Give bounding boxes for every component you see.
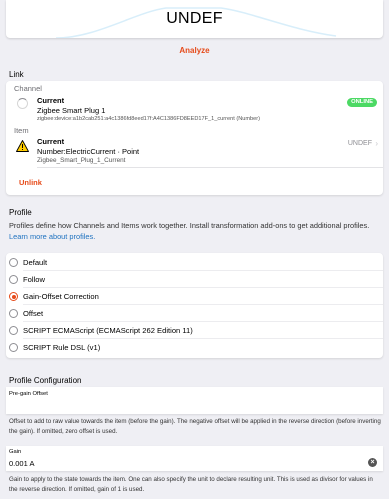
profile-option-script-rule-dsl[interactable]: SCRIPT Rule DSL (v1) xyxy=(6,339,383,356)
item-state: UNDEF xyxy=(347,140,372,147)
pregain-offset-label: Pre-gain Offset xyxy=(9,391,48,397)
radio-button[interactable] xyxy=(9,275,18,284)
profile-option-label: SCRIPT ECMAScript (ECMAScript 262 Editio… xyxy=(23,326,193,335)
channel-name: Zigbee Smart Plug 1 xyxy=(37,106,106,115)
profile-config-title: Profile Configuration xyxy=(9,376,82,385)
divider xyxy=(37,167,383,168)
gain-input[interactable] xyxy=(9,458,359,469)
status-badge: ONLINE xyxy=(347,98,377,107)
profile-option-label: SCRIPT Rule DSL (v1) xyxy=(23,343,101,352)
chevron-right-icon[interactable]: › xyxy=(375,139,378,148)
channel-title[interactable]: Current xyxy=(37,96,64,105)
link-section-title: Link xyxy=(9,70,24,79)
clear-icon[interactable]: × xyxy=(368,458,377,467)
item-type: Number:ElectricCurrent · Point xyxy=(37,147,140,156)
profile-option-label: Gain-Offset Correction xyxy=(23,292,99,301)
radio-button-selected[interactable] xyxy=(9,292,18,301)
loading-spinner-icon xyxy=(17,98,28,109)
profile-option-offset[interactable]: Offset xyxy=(6,305,383,322)
item-name: Zigbee_Smart_Plug_1_Current xyxy=(37,157,126,164)
profile-option-default[interactable]: Default xyxy=(6,254,383,271)
profile-option-label: Default xyxy=(23,258,48,267)
profile-option-label: Follow xyxy=(23,275,45,284)
gain-label: Gain xyxy=(9,449,22,455)
learn-more-link[interactable]: Learn more about profiles. xyxy=(9,232,95,241)
warning-icon xyxy=(16,140,29,152)
state-card: UNDEF xyxy=(6,0,383,38)
profile-option-label: Offset xyxy=(23,309,44,318)
item-label: Item xyxy=(14,126,29,135)
profile-description-text: Profiles define how Channels and Items w… xyxy=(9,221,370,230)
pregain-offset-field[interactable]: Pre-gain Offset xyxy=(6,387,383,414)
channel-label: Channel xyxy=(14,84,42,93)
profile-option-gain-offset[interactable]: Gain-Offset Correction xyxy=(6,288,383,305)
profile-option-follow[interactable]: Follow xyxy=(6,271,383,288)
radio-button[interactable] xyxy=(9,258,18,267)
profile-section-title: Profile xyxy=(9,208,32,217)
gain-help: Gain to apply to the state towards the i… xyxy=(9,476,373,493)
analyze-button[interactable]: Analyze xyxy=(0,46,389,55)
profile-description: Profiles define how Channels and Items w… xyxy=(9,220,381,242)
profile-option-script-ecmascript[interactable]: SCRIPT ECMAScript (ECMAScript 262 Editio… xyxy=(6,322,383,339)
unlink-button[interactable]: Unlink xyxy=(19,178,42,187)
item-title[interactable]: Current xyxy=(37,137,64,146)
profile-options-list: Default Follow Gain-Offset Correction Of… xyxy=(6,253,383,358)
state-value: UNDEF xyxy=(166,10,223,27)
link-card: Channel Current Zigbee Smart Plug 1 zigb… xyxy=(6,81,383,195)
radio-button[interactable] xyxy=(9,309,18,318)
pregain-offset-help: Offset to add to raw value towards the i… xyxy=(9,418,381,435)
gain-field[interactable]: Gain × xyxy=(6,446,383,471)
channel-uid: zigbee:device:a1b2cab251:a4c1386fd8eed17… xyxy=(37,116,260,122)
radio-button[interactable] xyxy=(9,343,18,352)
radio-button[interactable] xyxy=(9,326,18,335)
